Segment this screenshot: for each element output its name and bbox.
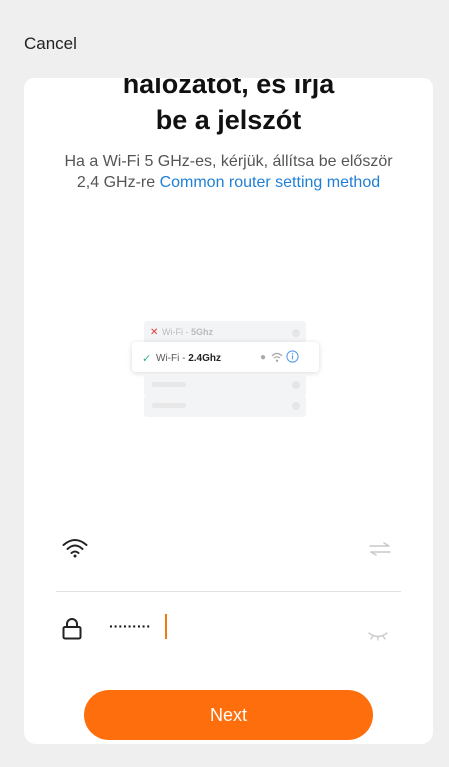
illus-24ghz-label: Wi-Fi - 2.4Ghz — [156, 353, 221, 364]
lock-small-icon: ● — [260, 352, 267, 363]
password-value: ········· — [109, 618, 151, 634]
illus-dot-2 — [292, 402, 300, 410]
illus-5ghz-label: Wi-Fi - 5Ghz — [162, 327, 213, 337]
illus-24ghz-prefix: Wi-Fi - — [156, 353, 189, 364]
field-divider — [56, 591, 401, 592]
illus-bar-2 — [152, 403, 186, 408]
wifi-ssid-field[interactable] — [56, 526, 401, 570]
illus-bar-1 — [152, 382, 186, 387]
info-icon — [286, 350, 299, 363]
next-button[interactable]: Next — [84, 690, 373, 740]
wifi-small-icon — [271, 352, 283, 362]
cancel-button[interactable]: Cancel — [24, 34, 77, 54]
title-line-2: be a jelszót — [155, 105, 302, 135]
illus-dot-1 — [292, 381, 300, 389]
check-icon: ✓ — [142, 353, 152, 365]
wifi-band-illustration: ✕ Wi-Fi - 5Ghz ✓ Wi-Fi - 2.4Ghz ● — [130, 321, 319, 417]
content-card: hálózatot, és írja be a jelszót Ha a Wi-… — [24, 78, 433, 744]
description: Ha a Wi-Fi 5 GHz-es, kérjük, állítsa be … — [64, 151, 393, 193]
router-setting-link[interactable]: Common router setting method — [160, 174, 381, 191]
lock-dot-icon — [292, 329, 300, 337]
page-title: hálózatot, és írja be a jelszót — [24, 78, 433, 138]
top-bar: Cancel — [0, 0, 449, 78]
illus-24ghz-band: 2.4Ghz — [188, 353, 222, 364]
eye-closed-icon[interactable] — [368, 631, 388, 641]
wifi-icon — [62, 539, 88, 558]
title-line-1: hálózatot, és írja — [122, 78, 335, 99]
password-field[interactable] — [56, 608, 401, 652]
cross-icon: ✕ — [150, 327, 159, 338]
illus-5ghz-band: 5Ghz — [191, 327, 214, 337]
illus-5ghz-prefix: Wi-Fi - — [162, 327, 191, 337]
text-cursor — [165, 614, 167, 639]
switch-network-icon[interactable] — [369, 542, 391, 556]
lock-icon — [62, 618, 82, 640]
